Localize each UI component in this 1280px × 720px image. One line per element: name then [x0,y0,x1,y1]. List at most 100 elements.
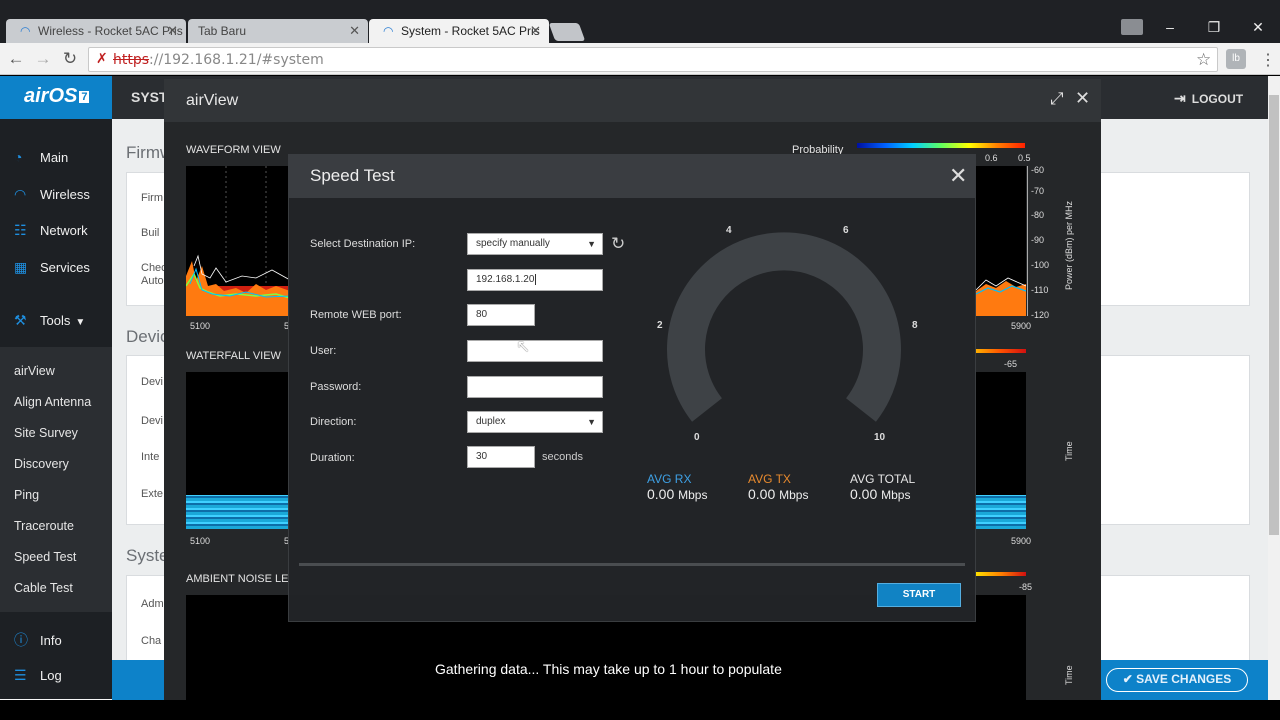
section-system-title: Syste [126,546,169,565]
browser-tab[interactable]: ◠ Wireless - Rocket 5AC Pris ✕ [6,19,186,43]
duration-unit: seconds [542,451,583,463]
start-button[interactable]: START [877,583,961,607]
sidebar-item-log[interactable]: ☰ Log [14,667,62,684]
tools-submenu [0,347,112,612]
sidebar-item-main[interactable]: ◔ Main [14,149,68,165]
close-tab-icon[interactable]: ✕ [530,23,541,39]
services-icon: ▦ [14,259,28,275]
wifi-icon: ◠ [20,24,31,38]
tools-item-traceroute[interactable]: Traceroute [14,519,74,533]
direction-select[interactable]: duplex ▼ [467,411,603,433]
waterfall-plot-right [976,372,1026,529]
logout-button[interactable]: ⇥ LOGOUT [1174,90,1243,107]
browser-tab[interactable]: Tab Baru ✕ [188,19,368,43]
power-tick: -120 [1031,310,1050,320]
tools-item-airview[interactable]: airView [14,364,55,378]
profile-icon[interactable] [1121,19,1143,35]
gauge-label: 6 [843,225,849,236]
waterfall-freq-start: 5100 [190,536,211,546]
avg-rx-unit: Mbps [678,488,708,502]
tools-item-speed-test[interactable]: Speed Test [14,550,76,564]
destination-ip-select[interactable]: specify manually ▼ [467,233,603,255]
waveform-freq-start: 5100 [190,321,211,331]
dropdown-arrow-icon: ▼ [587,417,596,427]
screen-bottom-edge [0,700,1280,720]
port-input[interactable]: 80 [467,304,535,326]
restore-icon[interactable]: ❐ [1200,19,1228,36]
avg-total-number: 0.00 [850,486,878,502]
reload-icon[interactable]: ↻ [60,50,80,70]
direction-value: duplex [476,416,506,427]
expand-icon[interactable]: ⤢ [1050,89,1064,109]
save-changes-button[interactable]: ✔ SAVE CHANGES [1106,668,1248,692]
close-tab-icon[interactable]: ✕ [167,23,178,39]
browser-menu-icon[interactable]: ⋮ [1260,50,1276,70]
close-tab-icon[interactable]: ✕ [349,23,360,39]
user-label: User: [310,345,337,357]
gauge-label: 2 [657,320,663,331]
ambient-scale [976,572,1026,576]
gauge-label: 10 [874,432,886,443]
waterfall-scale [976,349,1026,353]
ip-address-value: 192.168.1.20 [476,274,535,285]
airview-close-icon[interactable]: ✕ [1075,88,1090,109]
avg-tx-value: 0.00 Mbps [748,486,808,502]
address-bar[interactable]: ✗ https://192.168.1.21/#system [88,47,1218,72]
duration-label: Duration: [310,452,355,464]
airview-header: airView [164,79,1101,122]
password-label: Password: [310,381,362,393]
sidebar-item-network[interactable]: ☷ Network [14,222,88,239]
tools-item-ping[interactable]: Ping [14,488,39,502]
waterfall-time-label: Time [1064,441,1074,461]
sidebar-item-label: Network [40,223,88,238]
ip-address-input[interactable]: 192.168.1.20 [467,269,603,291]
new-tab-button[interactable] [548,23,586,41]
back-icon[interactable]: ← [6,50,26,70]
tab-title: Wireless - Rocket 5AC Pris [38,24,183,38]
device-row-label: Inte [141,451,160,463]
bookmark-star-icon[interactable]: ☆ [1196,50,1211,70]
avg-tx-number: 0.00 [748,486,776,502]
gauge-label: 4 [726,225,732,236]
speedtest-close-icon[interactable]: ✕ [949,163,967,189]
window-close-icon[interactable]: ✕ [1244,19,1272,36]
sidebar-item-info[interactable]: ⓘ Info [14,630,62,650]
tools-item-discovery[interactable]: Discovery [14,457,69,471]
probability-tick: 0.6 [985,153,998,163]
airview-title: airView [186,92,239,109]
firmware-row-label: Buil [141,227,160,239]
speed-gauge [667,232,901,422]
avg-tx-unit: Mbps [779,488,809,502]
power-tick: -80 [1031,210,1045,220]
sidebar-item-services[interactable]: ▦ Services [14,259,90,276]
duration-input[interactable]: 30 [467,446,535,468]
user-input[interactable] [467,340,603,362]
avg-rx-label: AVG RX [647,472,692,486]
port-label: Remote WEB port: [310,309,402,321]
tools-item-align-antenna[interactable]: Align Antenna [14,395,91,409]
extension-button[interactable]: lb [1226,49,1246,69]
browser-tab-active[interactable]: ◠ System - Rocket 5AC Pris ✕ [369,19,549,43]
tools-item-site-survey[interactable]: Site Survey [14,426,78,440]
minimize-icon[interactable]: – [1156,19,1184,35]
waterfall-freq-end: 5900 [1011,536,1032,546]
waveform-freq-end: 5900 [1011,321,1032,331]
password-input[interactable] [467,376,603,398]
destination-ip-label: Select Destination IP: [310,238,416,250]
sidebar-item-wireless[interactable]: ◠ Wireless [14,186,90,203]
header-section-title: SYST [131,89,168,105]
refresh-icon[interactable]: ↻ [611,234,625,254]
forward-icon[interactable]: → [33,50,53,70]
system-row-label: Adm [141,598,164,610]
ambient-scale-value: -85 [1019,582,1033,592]
page-scrollbar-thumb[interactable] [1269,95,1279,535]
sidebar-item-tools[interactable]: ⚒ Tools ▼ [14,312,85,329]
power-axis-line [1027,166,1028,316]
logo-version: 7 [79,90,90,103]
wifi-icon: ◠ [383,24,394,38]
tools-item-cable-test[interactable]: Cable Test [14,581,73,595]
waveform-trace [975,277,1027,316]
power-tick: -100 [1031,260,1050,270]
text-cursor [535,274,537,285]
power-tick: -70 [1031,186,1045,196]
